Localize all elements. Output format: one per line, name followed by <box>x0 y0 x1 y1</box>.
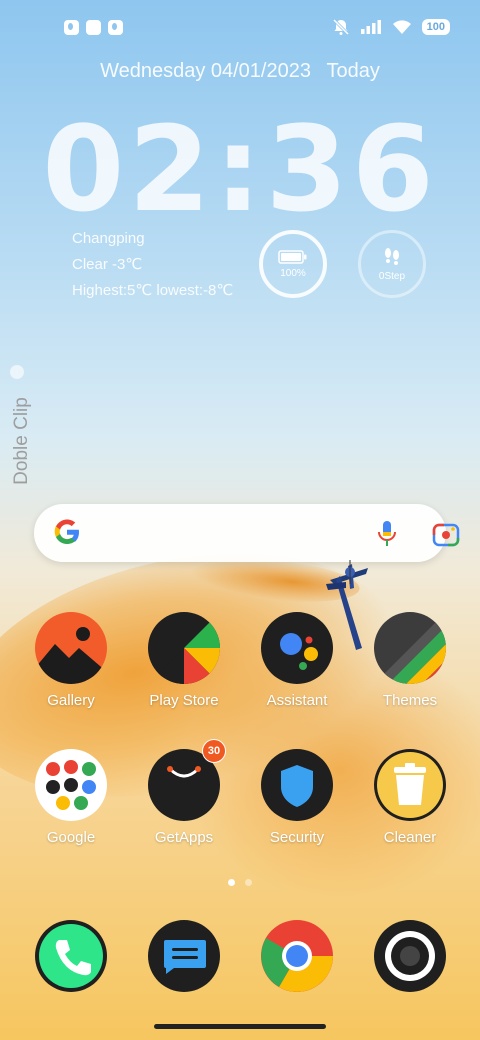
steps-ring-widget[interactable]: 0Step <box>358 230 426 298</box>
chrome-icon[interactable] <box>261 920 333 992</box>
app-google-folder[interactable]: Google <box>21 749 121 846</box>
camera-icon[interactable] <box>374 920 446 992</box>
side-panel-label: Doble Clip <box>10 397 32 485</box>
weather-condition: Clear -3℃ <box>72 256 143 273</box>
google-folder-icon <box>35 749 107 821</box>
steps-widget-label: 0Step <box>378 270 406 282</box>
app-label: Cleaner <box>383 829 437 846</box>
mic-icon[interactable] <box>376 519 398 549</box>
assistant-icon <box>261 612 333 684</box>
google-icon <box>54 519 79 544</box>
status-bar: 100 <box>0 14 480 42</box>
security-shield-icon <box>261 749 333 821</box>
date-line: Wednesday 04/01/2023 Today <box>0 60 480 83</box>
battery-widget-label: 100% <box>280 267 306 279</box>
signal-icon <box>360 20 381 34</box>
app-themes[interactable]: Themes <box>360 612 460 709</box>
gallery-icon <box>35 612 107 684</box>
weather-location: Changping <box>72 230 145 247</box>
lens-icon[interactable] <box>432 521 460 547</box>
gesture-nav-bar[interactable] <box>154 1024 326 1029</box>
notification-icon <box>64 20 79 35</box>
app-label: Google <box>46 829 96 846</box>
app-label: Play Store <box>149 692 219 709</box>
cleaner-trash-icon <box>374 749 446 821</box>
weather-range: Highest:5℃ lowest:-8℃ <box>72 282 234 299</box>
date-suffix: Today <box>326 60 380 82</box>
app-gallery[interactable]: Gallery <box>21 612 121 709</box>
notification-icon <box>108 20 123 35</box>
side-panel-handle[interactable] <box>10 365 24 379</box>
clock-time[interactable]: 02:36 <box>0 100 480 238</box>
battery-icon <box>278 249 307 264</box>
themes-icon <box>374 612 446 684</box>
getapps-notification-badge: 30 <box>202 739 226 763</box>
app-assistant[interactable]: Assistant <box>247 612 347 709</box>
status-bar-right: 100 <box>332 18 450 36</box>
google-search-bar[interactable] <box>34 504 460 562</box>
page-dot[interactable] <box>245 879 252 886</box>
app-label: Security <box>269 829 325 846</box>
app-label: GetApps <box>154 829 214 846</box>
page-indicator[interactable] <box>228 879 252 886</box>
silent-bell-icon <box>332 18 349 36</box>
status-bar-left <box>64 20 123 35</box>
footprints-icon <box>385 247 399 265</box>
app-cleaner[interactable]: Cleaner <box>360 749 460 846</box>
battery-ring-widget[interactable]: 100% <box>259 230 327 298</box>
date-text: Wednesday 04/01/2023 <box>100 60 311 82</box>
battery-level-indicator: 100 <box>421 19 450 35</box>
weather-widget[interactable]: Changping Clear -3℃ Highest:5℃ lowest:-8… <box>72 226 233 304</box>
app-play-store[interactable]: Play Store <box>134 612 234 709</box>
app-security[interactable]: Security <box>247 749 347 846</box>
play-store-icon <box>148 612 220 684</box>
wifi-icon <box>392 20 411 34</box>
app-label: Gallery <box>47 692 95 709</box>
page-dot-current[interactable] <box>228 879 235 886</box>
square-icon <box>86 20 101 35</box>
phone-icon[interactable] <box>35 920 107 992</box>
app-getapps[interactable]: GetApps <box>134 749 234 846</box>
app-label: Themes <box>382 692 438 709</box>
messages-icon[interactable] <box>148 920 220 992</box>
app-label: Assistant <box>266 692 328 709</box>
